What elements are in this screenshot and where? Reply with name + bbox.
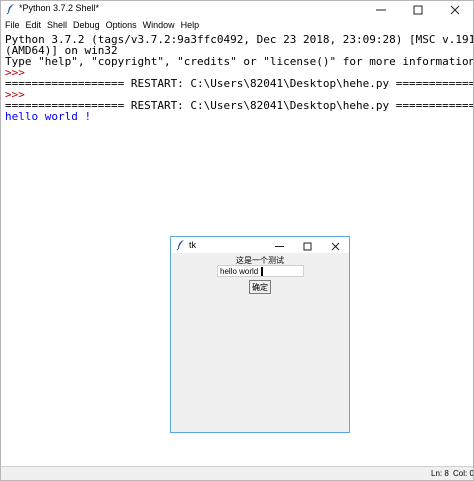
tk-minimize-button[interactable] — [265, 237, 293, 253]
python-feather-icon — [6, 3, 16, 15]
tk-window-controls — [265, 237, 349, 253]
menu-window[interactable]: Window — [143, 20, 175, 30]
menu-edit[interactable]: Edit — [26, 20, 42, 30]
tk-window: tk 这是一个测试 hello world 确定 — [170, 236, 350, 433]
menu-help[interactable]: Help — [181, 20, 200, 30]
maximize-icon — [413, 1, 423, 19]
close-icon — [450, 1, 460, 19]
minimize-button[interactable] — [362, 1, 399, 18]
tk-maximize-button[interactable] — [293, 237, 321, 253]
maximize-icon — [303, 237, 312, 255]
minimize-icon — [274, 237, 284, 255]
close-button[interactable] — [436, 1, 473, 18]
menu-options[interactable]: Options — [106, 20, 137, 30]
confirm-button[interactable]: 确定 — [249, 280, 271, 294]
text-caret — [261, 266, 264, 276]
menu-shell[interactable]: Shell — [47, 20, 67, 30]
tk-entry[interactable]: hello world — [217, 265, 304, 277]
tk-close-button[interactable] — [321, 237, 349, 253]
status-bar: Ln: 8 Col: 0 — [1, 466, 473, 480]
tk-titlebar[interactable]: tk — [171, 237, 349, 253]
idle-titlebar[interactable]: *Python 3.7.2 Shell* — [1, 1, 473, 18]
maximize-button[interactable] — [399, 1, 436, 18]
tk-entry-value: hello world — [220, 266, 259, 276]
window-title: *Python 3.7.2 Shell* — [19, 3, 100, 13]
status-line: Ln: 8 — [431, 469, 449, 478]
program-output: hello world ! — [5, 110, 92, 123]
restart-line-1: ================== RESTART: C:\Users\820… — [5, 77, 473, 90]
menu-file[interactable]: File — [5, 20, 20, 30]
menu-debug[interactable]: Debug — [73, 20, 100, 30]
tk-window-title: tk — [189, 240, 197, 250]
python-feather-icon — [176, 239, 186, 251]
minimize-icon — [375, 1, 386, 19]
status-column: Col: 0 — [453, 469, 474, 478]
banner-line-3: Type "help", "copyright", "credits" or "… — [5, 55, 473, 68]
menu-bar: File Edit Shell Debug Options Window Hel… — [1, 18, 473, 32]
window-controls — [362, 1, 473, 18]
close-icon — [331, 237, 340, 255]
